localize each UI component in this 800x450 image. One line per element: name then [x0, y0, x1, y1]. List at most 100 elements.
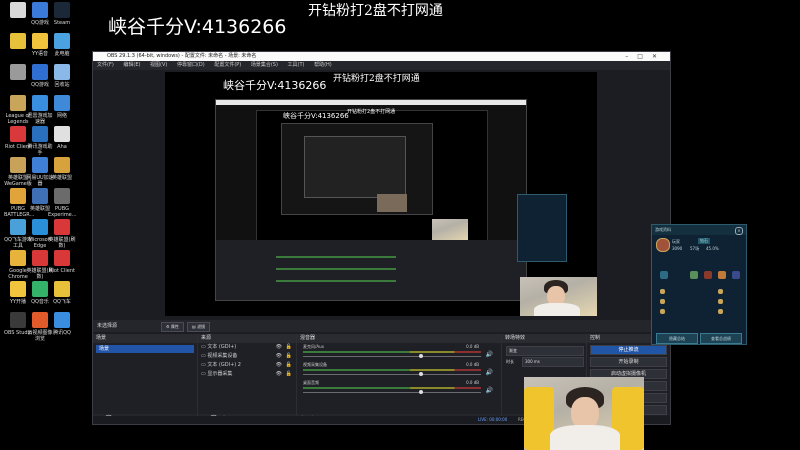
app-icon — [54, 312, 70, 328]
nested-promo-text: 开钻粉打2盘不打网通 — [347, 109, 396, 115]
volume-knob[interactable] — [419, 390, 423, 394]
speaker-icon[interactable]: 🔊 — [486, 387, 493, 394]
desktop-shortcut[interactable]: PUBG Experime... — [48, 188, 77, 218]
source-item[interactable]: ▭ 文本 (GDI+) 2 👁 🔓 — [198, 361, 296, 370]
stat-icon — [660, 299, 665, 304]
desktop-shortcut[interactable]: 网络 — [48, 95, 76, 119]
desktop-shortcut-label: Aha — [57, 144, 67, 150]
app-icon — [54, 126, 70, 142]
speaker-icon[interactable]: 🔊 — [486, 369, 493, 376]
app-icon — [54, 64, 70, 80]
hide-summary-button[interactable]: 隐藏总结 — [656, 333, 698, 344]
desktop-shortcut-label: 腾讯QQ — [53, 330, 71, 336]
stat-icon — [718, 289, 723, 294]
stop-streaming-button[interactable]: 停止推流 — [590, 345, 667, 355]
champion-icon — [718, 271, 726, 279]
menu-help[interactable]: 帮助(H) — [314, 62, 332, 68]
channel-db: 0.0 dB — [466, 362, 479, 367]
desktop-shortcut-label: Steam — [53, 20, 71, 26]
desktop-shortcut[interactable]: Aha — [48, 126, 76, 150]
sources-dock: 来源 ▭ 文本 (GDI+) 👁 🔓 ▭ 视频采集设备 👁 🔓 ▭ 文本 (GDI+) … — [198, 334, 297, 424]
nested-screen-2 — [281, 123, 433, 215]
speaker-icon[interactable]: 🔊 — [486, 351, 493, 358]
channel-name: 麦克风/Aux — [303, 344, 324, 349]
scene-item[interactable]: 场景 — [96, 345, 194, 353]
menu-docks[interactable]: 停靠窗口(D) — [177, 62, 205, 68]
eye-icon[interactable]: 👁 — [276, 352, 282, 361]
lock-icon[interactable]: 🔓 — [286, 352, 292, 361]
start-recording-button[interactable]: 开始录制 — [590, 357, 667, 367]
volume-slider[interactable] — [303, 374, 481, 375]
desktop-shortcut[interactable]: 英雄联盟(刷数) — [48, 219, 76, 249]
menu-edit[interactable]: 编辑(E) — [123, 62, 140, 68]
source-item-label: 文本 (GDI+) 2 — [207, 362, 241, 368]
desktop-shortcut-label: Riot Client — [49, 268, 75, 274]
source-item[interactable]: ▭ 显示器采集 👁 🔓 — [198, 370, 296, 379]
obs-window: OBS 29.1.3 (64-bit, windows) - 配置文件: 未命名… — [92, 51, 671, 425]
rank-badge: 钻石 — [698, 238, 710, 244]
stat-icon — [660, 289, 665, 294]
eye-icon[interactable]: 👁 — [276, 370, 282, 379]
nested-webcam-2 — [377, 194, 407, 212]
obs-preview-canvas[interactable]: 峡谷千分V:4136266 开钻粉打2盘不打网通 峡谷千分V:4136266 开… — [165, 72, 597, 316]
sources-dock-title: 来源 — [198, 334, 296, 343]
desktop-shortcut[interactable]: 回收站 — [48, 64, 76, 88]
nested-preview: 峡谷千分V:4136266 开钻粉打2盘不打网通 — [256, 109, 488, 242]
app-icon — [54, 33, 70, 49]
menu-view[interactable]: 视图(V) — [150, 62, 167, 68]
lock-icon[interactable]: 🔓 — [286, 343, 292, 352]
mixer-channel: 桌面音频 0.0 dB 🔊 — [297, 379, 501, 397]
transition-select[interactable]: 渐变 — [506, 346, 584, 356]
close-icon[interactable]: × — [735, 227, 743, 235]
eye-icon[interactable]: 👁 — [276, 343, 282, 352]
desktop-shortcut[interactable]: 此电脑 — [48, 33, 76, 57]
streamer-webcam — [524, 377, 644, 450]
desktop-shortcut[interactable]: 英雄联盟 — [48, 157, 76, 181]
volume-knob[interactable] — [419, 372, 423, 376]
app-icon — [32, 312, 48, 328]
channel-name: 桌面音频 — [303, 380, 319, 385]
eye-icon[interactable]: 👁 — [276, 361, 282, 370]
menu-file[interactable]: 文件(F) — [97, 62, 114, 68]
nested-contact-text: 峡谷千分V:4136266 — [283, 112, 349, 120]
desktop-shortcut-label: 英雄联盟(刷数) — [48, 237, 76, 249]
app-icon — [10, 188, 26, 204]
volume-knob[interactable] — [419, 354, 423, 358]
filters-button[interactable]: ▤ 滤镜 — [187, 322, 211, 332]
desktop-shortcut[interactable]: 腾讯QQ — [48, 312, 76, 336]
transition-type: 渐变 — [509, 348, 517, 353]
app-icon — [10, 312, 26, 328]
obs-title: OBS 29.1.3 (64-bit, windows) - 配置文件: 未命名… — [107, 53, 257, 59]
menu-scene-collection[interactable]: 场景集合(S) — [251, 62, 278, 68]
app-icon — [54, 250, 70, 266]
transitions-dock-title: 转场特效 — [502, 334, 586, 343]
source-item-label: 显示器采集 — [207, 371, 233, 377]
duration-input[interactable]: 300 ms — [522, 357, 584, 367]
properties-button[interactable]: ⚙ 属性 — [161, 322, 184, 332]
menu-tools[interactable]: 工具(T) — [288, 62, 305, 68]
filters-button-label: 滤镜 — [197, 324, 206, 329]
desktop-shortcut-label: QQ飞车 — [53, 299, 71, 305]
desktop-shortcut[interactable]: Steam — [48, 2, 76, 26]
volume-slider[interactable] — [303, 392, 481, 393]
source-item[interactable]: ▭ 文本 (GDI+) 👁 🔓 — [198, 343, 296, 352]
desktop-shortcut[interactable]: QQ飞车 — [48, 281, 76, 305]
view-record-button[interactable]: 查看总战绩 — [700, 333, 742, 344]
duration-label: 时长 — [506, 359, 514, 364]
stat-icon — [660, 309, 665, 314]
window-controls[interactable]: –□✕ — [625, 52, 666, 61]
lock-icon[interactable]: 🔓 — [286, 361, 292, 370]
menu-profile[interactable]: 配置文件(P) — [214, 62, 241, 68]
champion-icon — [732, 271, 740, 279]
audio-mixer-dock: 混音器 麦克风/Aux 0.0 dB 🔊 视频采集设备 0.0 dB 🔊 桌面音… — [297, 334, 502, 424]
app-icon — [32, 250, 48, 266]
match-stats-grid — [658, 287, 740, 327]
lock-icon[interactable]: 🔓 — [286, 370, 292, 379]
volume-slider[interactable] — [303, 356, 481, 357]
source-item[interactable]: ▭ 视频采集设备 👁 🔓 — [198, 352, 296, 361]
lol-panel-title: 游戏资料 — [652, 225, 746, 235]
desktop-shortcut[interactable]: Riot Client — [48, 250, 76, 274]
app-icon — [32, 2, 48, 18]
desktop-shortcut-label: 网络 — [56, 113, 67, 119]
channel-name: 视频采集设备 — [303, 362, 327, 367]
